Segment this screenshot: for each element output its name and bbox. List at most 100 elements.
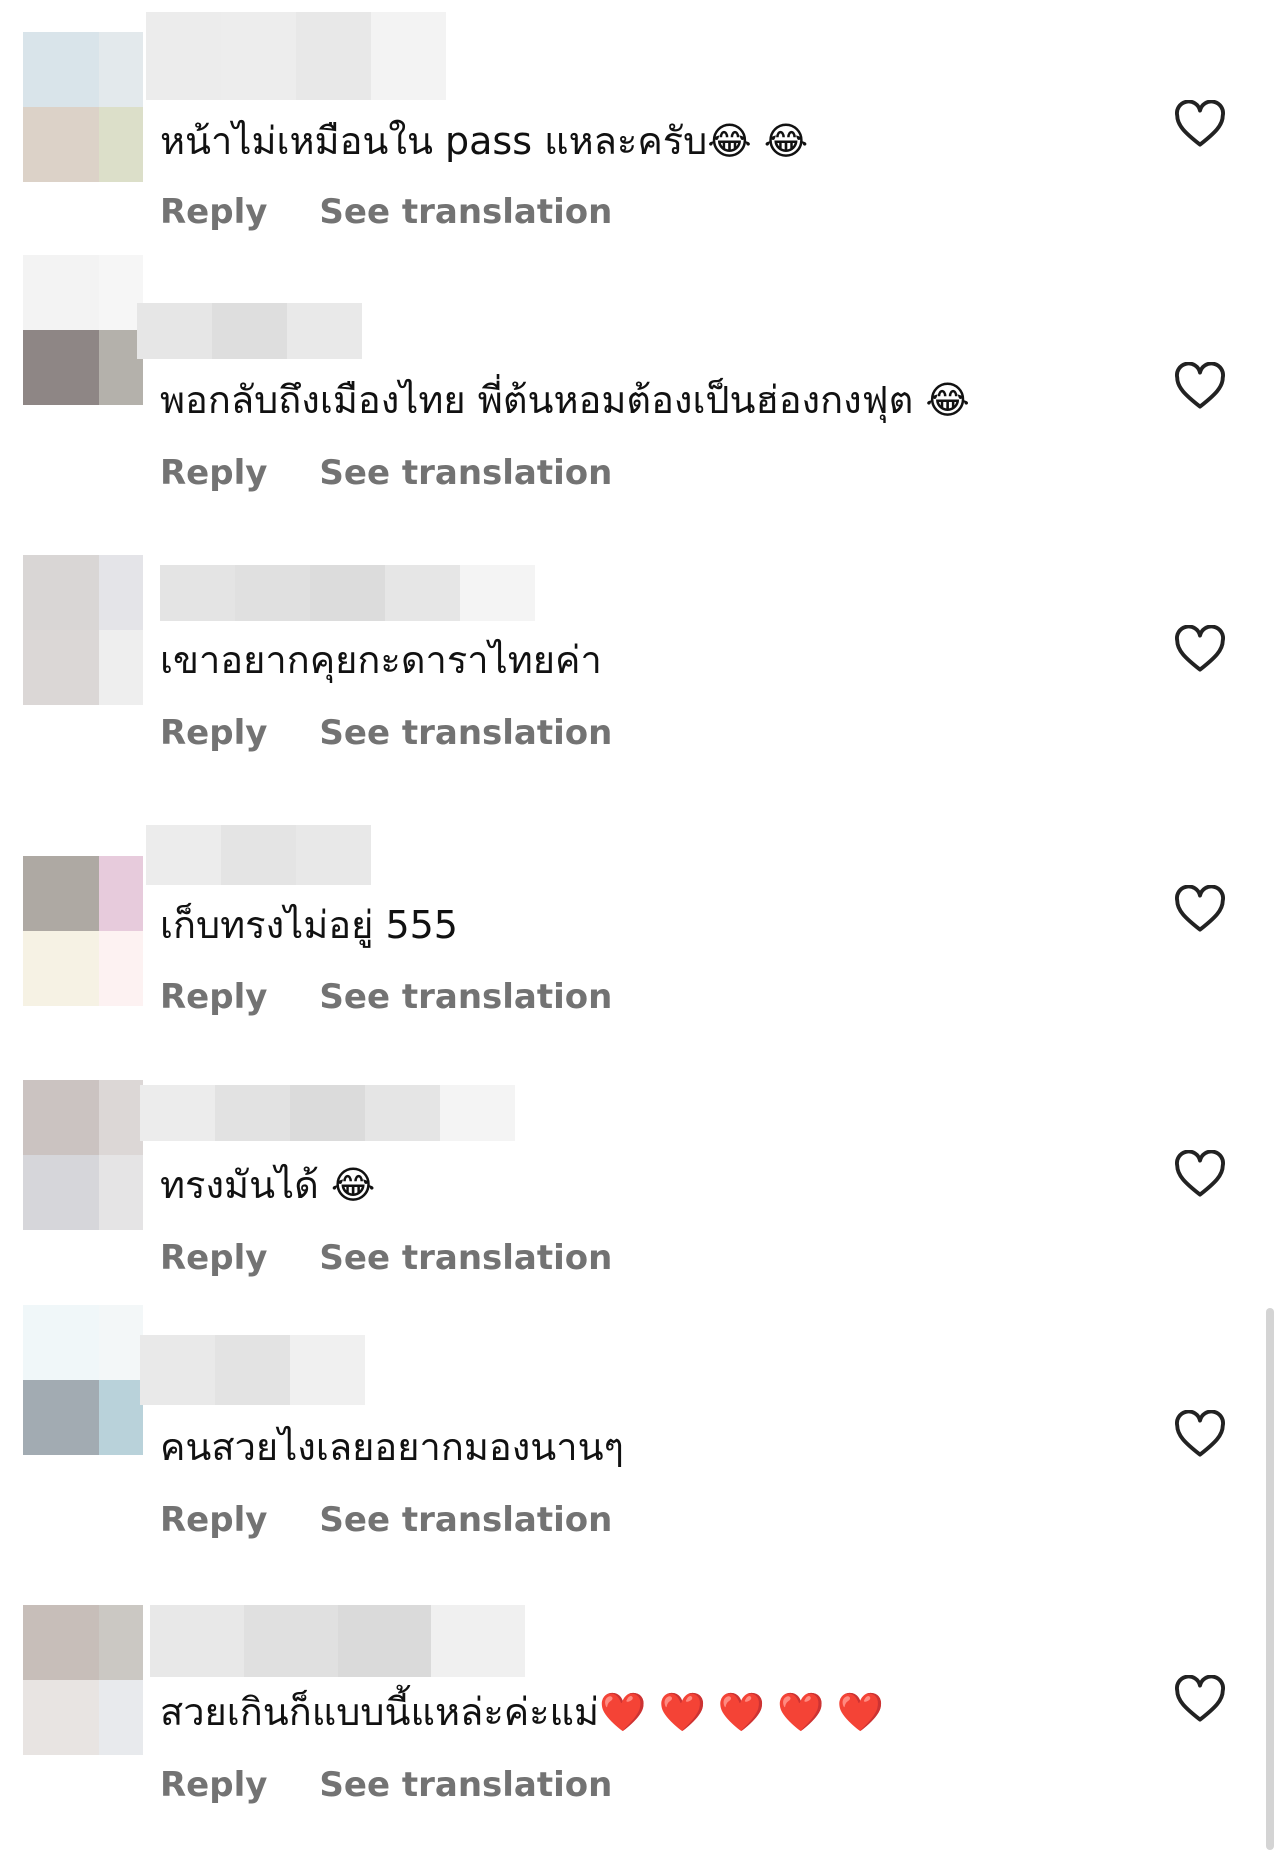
avatar-pixel xyxy=(23,330,99,405)
comment-text: หน้าไม่เหมือนใน pass แหละครับ😂 😂 xyxy=(160,119,809,163)
username-pixel xyxy=(212,303,287,359)
comment-text: เขาอยากคุยกะดาราไทยค่า xyxy=(160,638,602,682)
heart-outline-icon xyxy=(1175,100,1225,147)
comment: พอกลับถึงเมืองไทย พี่ต้นหอมต้องเป็นฮ่องก… xyxy=(0,255,1284,515)
comment-actions: Reply See translation xyxy=(160,1763,612,1807)
avatar-pixel xyxy=(99,1155,143,1230)
avatar-pixel xyxy=(23,1605,99,1680)
username-pixel xyxy=(440,1085,515,1141)
heart-outline-icon xyxy=(1175,885,1225,932)
heart-outline-icon xyxy=(1175,1150,1225,1197)
heart-icon[interactable] xyxy=(1174,100,1226,148)
avatar-pixel xyxy=(99,1605,143,1680)
username-blurred[interactable] xyxy=(146,12,446,100)
username-blurred[interactable] xyxy=(140,1085,515,1141)
avatar-pixel xyxy=(99,630,143,705)
reply-button[interactable]: Reply xyxy=(160,1498,267,1542)
avatar[interactable] xyxy=(23,32,143,182)
see-translation-button[interactable]: See translation xyxy=(319,451,612,495)
avatar-pixel xyxy=(99,1680,143,1755)
avatar-pixel xyxy=(99,1380,143,1455)
comment: คนสวยไงเลยอยากมองนานๆ Reply See translat… xyxy=(0,1305,1284,1565)
avatar-pixel xyxy=(99,32,143,107)
see-translation-button[interactable]: See translation xyxy=(319,1763,612,1807)
username-pixel xyxy=(287,303,362,359)
comment-actions: Reply See translation xyxy=(160,451,612,495)
username-blurred[interactable] xyxy=(137,303,362,359)
reply-button[interactable]: Reply xyxy=(160,1236,267,1280)
username-pixel xyxy=(215,1335,290,1405)
heart-outline-icon xyxy=(1175,1675,1225,1722)
reply-button[interactable]: Reply xyxy=(160,711,267,755)
comment-actions: Reply See translation xyxy=(160,190,612,234)
avatar-pixel xyxy=(23,630,99,705)
avatar-pixel xyxy=(99,1080,143,1155)
avatar-pixel xyxy=(99,856,143,931)
username-pixel xyxy=(146,12,221,100)
avatar-pixel xyxy=(99,555,143,630)
avatar-pixel xyxy=(23,1080,99,1155)
comment-text: ทรงมันได้ 😂 xyxy=(160,1163,376,1207)
username-pixel xyxy=(215,1085,290,1141)
avatar[interactable] xyxy=(23,255,143,405)
heart-icon[interactable] xyxy=(1174,885,1226,933)
comment-text: พอกลับถึงเมืองไทย พี่ต้นหอมต้องเป็นฮ่องก… xyxy=(160,378,970,422)
username-pixel xyxy=(296,825,371,885)
avatar-pixel xyxy=(99,107,143,182)
username-pixel xyxy=(296,12,371,100)
username-blurred[interactable] xyxy=(140,1335,365,1405)
reply-button[interactable]: Reply xyxy=(160,451,267,495)
comment: ทรงมันได้ 😂 Reply See translation xyxy=(0,1080,1284,1340)
username-pixel xyxy=(221,825,296,885)
comment: สวยเกินก็แบบนี้แหล่ะค่ะแม่❤️ ❤️ ❤️ ❤️ ❤️… xyxy=(0,1605,1284,1865)
avatar-pixel xyxy=(23,856,99,931)
comment: เก็บทรงไม่อยู่ 555 Reply See translation xyxy=(0,780,1284,1040)
reply-button[interactable]: Reply xyxy=(160,975,267,1019)
heart-outline-icon xyxy=(1175,625,1225,672)
see-translation-button[interactable]: See translation xyxy=(319,190,612,234)
username-pixel xyxy=(290,1335,365,1405)
see-translation-button[interactable]: See translation xyxy=(319,1236,612,1280)
comment-actions: Reply See translation xyxy=(160,711,612,755)
avatar-pixel xyxy=(23,32,99,107)
reply-button[interactable]: Reply xyxy=(160,1763,267,1807)
username-pixel xyxy=(160,565,235,621)
heart-outline-icon xyxy=(1175,362,1225,409)
avatar-pixel xyxy=(23,555,99,630)
avatar[interactable] xyxy=(23,856,143,1006)
username-blurred[interactable] xyxy=(146,825,371,885)
username-pixel xyxy=(431,1605,525,1677)
username-pixel xyxy=(137,303,212,359)
username-pixel xyxy=(310,565,385,621)
avatar-pixel xyxy=(23,1680,99,1755)
avatar-pixel xyxy=(23,1155,99,1230)
comment: เขาอยากคุยกะดาราไทยค่า Reply See transla… xyxy=(0,555,1284,815)
scrollbar[interactable] xyxy=(1266,1308,1274,1850)
username-blurred[interactable] xyxy=(160,565,535,621)
heart-icon[interactable] xyxy=(1174,1150,1226,1198)
username-pixel xyxy=(290,1085,365,1141)
comment-actions: Reply See translation xyxy=(160,975,612,1019)
heart-icon[interactable] xyxy=(1174,625,1226,673)
reply-button[interactable]: Reply xyxy=(160,190,267,234)
avatar[interactable] xyxy=(23,1305,143,1455)
comment-text: สวยเกินก็แบบนี้แหล่ะค่ะแม่❤️ ❤️ ❤️ ❤️ ❤️ xyxy=(160,1690,884,1734)
comment-actions: Reply See translation xyxy=(160,1498,612,1542)
see-translation-button[interactable]: See translation xyxy=(319,975,612,1019)
see-translation-button[interactable]: See translation xyxy=(319,1498,612,1542)
username-pixel xyxy=(150,1605,244,1677)
avatar[interactable] xyxy=(23,1080,143,1230)
username-pixel xyxy=(235,565,310,621)
avatar[interactable] xyxy=(23,1605,143,1755)
see-translation-button[interactable]: See translation xyxy=(319,711,612,755)
avatar[interactable] xyxy=(23,555,143,705)
username-pixel xyxy=(371,12,446,100)
heart-icon[interactable] xyxy=(1174,1675,1226,1723)
username-pixel xyxy=(146,825,221,885)
username-pixel xyxy=(337,1605,432,1677)
avatar-pixel xyxy=(23,255,99,330)
comment-text: เก็บทรงไม่อยู่ 555 xyxy=(160,903,458,947)
heart-icon[interactable] xyxy=(1174,362,1226,410)
heart-icon[interactable] xyxy=(1174,1410,1226,1458)
username-blurred[interactable] xyxy=(150,1605,525,1677)
